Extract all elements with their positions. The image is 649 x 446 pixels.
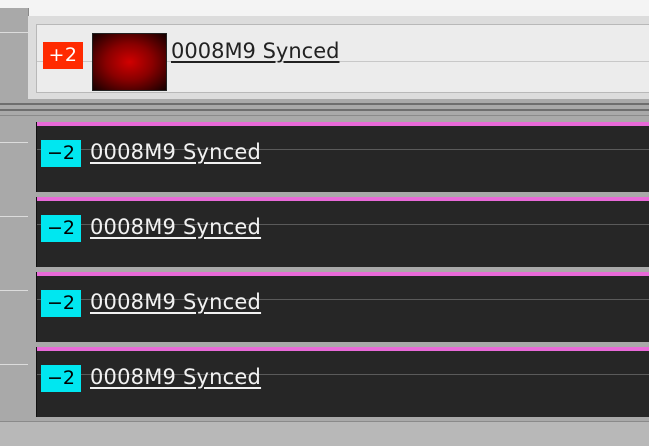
audio-clip[interactable]: −2 0008M9 Synced bbox=[36, 272, 649, 342]
track-separator[interactable] bbox=[0, 99, 649, 119]
audio-offset-badge: −2 bbox=[41, 365, 81, 392]
audio-offset-badge: −2 bbox=[41, 215, 81, 242]
audio-clip[interactable]: −2 0008M9 Synced bbox=[36, 347, 649, 417]
gutter-divider bbox=[0, 142, 28, 143]
clip-name-link[interactable]: 0008M9 Synced bbox=[90, 365, 261, 389]
timeline-panel: +2 0008M9 Synced −2 0008M9 Synced −2 000… bbox=[0, 0, 649, 446]
audio-waveform-line bbox=[37, 197, 649, 201]
audio-waveform-line bbox=[37, 122, 649, 126]
clip-name-link[interactable]: 0008M9 Synced bbox=[90, 290, 261, 314]
track-header-gutter bbox=[0, 8, 29, 445]
gutter-divider bbox=[0, 364, 28, 365]
gutter-divider bbox=[0, 216, 28, 217]
video-offset-badge: +2 bbox=[43, 42, 83, 69]
horizontal-scrollbar[interactable] bbox=[0, 421, 649, 446]
thumbnail-caption bbox=[107, 58, 152, 66]
separator-line bbox=[0, 109, 649, 111]
clip-name-link[interactable]: 0008M9 Synced bbox=[90, 215, 261, 239]
clip-thumbnail[interactable] bbox=[92, 33, 167, 91]
gutter-divider bbox=[0, 290, 28, 291]
audio-offset-badge: −2 bbox=[41, 140, 81, 167]
audio-waveform-line bbox=[37, 347, 649, 351]
audio-clip[interactable]: −2 0008M9 Synced bbox=[36, 122, 649, 192]
separator-line bbox=[0, 115, 649, 116]
clip-name-link[interactable]: 0008M9 Synced bbox=[90, 140, 261, 164]
audio-waveform-line bbox=[37, 272, 649, 276]
clip-name-link[interactable]: 0008M9 Synced bbox=[171, 39, 339, 63]
audio-offset-badge: −2 bbox=[41, 290, 81, 317]
audio-tracks: −2 0008M9 Synced −2 0008M9 Synced −2 000… bbox=[28, 119, 649, 421]
video-track: +2 0008M9 Synced bbox=[28, 16, 649, 99]
video-clip[interactable]: +2 0008M9 Synced bbox=[36, 24, 649, 93]
gutter-divider bbox=[0, 32, 28, 33]
audio-clip[interactable]: −2 0008M9 Synced bbox=[36, 197, 649, 267]
separator-line bbox=[0, 103, 649, 105]
